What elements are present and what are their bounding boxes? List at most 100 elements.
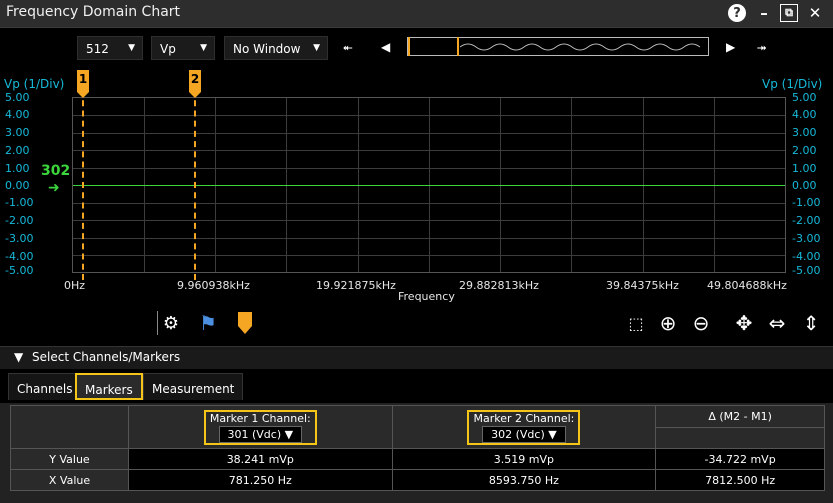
y-tick: -1.00 — [5, 196, 34, 209]
grid-line — [73, 150, 785, 151]
marker-2-x-value: 8593.750 Hz — [391, 469, 657, 491]
grid-line — [73, 168, 785, 169]
units-value: Vp — [160, 42, 176, 56]
y-tick: 5.00 — [792, 91, 817, 104]
grid-line — [73, 133, 785, 134]
delta-y-value: -34.722 mVp — [655, 448, 825, 470]
y-axis-label-right: Vp (1/Div) — [762, 77, 823, 91]
delta-header-spacer — [655, 426, 825, 449]
chevron-down-icon: ▼ — [200, 43, 207, 53]
marker-1-line — [82, 90, 84, 280]
first-page-button[interactable]: ⯬ — [343, 40, 353, 55]
y-tick: -3.00 — [5, 232, 34, 245]
zoom-out-icon[interactable]: ⊖ — [688, 311, 714, 335]
y-tick: 0.00 — [5, 179, 30, 192]
tab-measurement[interactable]: Measurement — [143, 373, 244, 400]
last-page-button[interactable]: ⯮ — [757, 40, 767, 55]
settings-gear-icon[interactable]: ⚙ — [157, 311, 184, 335]
fit-vertical-icon[interactable]: ⇕ — [798, 311, 824, 335]
delta-x-value: 7812.500 Hz — [655, 469, 825, 491]
chevron-down-icon: ▼ — [313, 43, 320, 53]
window-type-value: No Window — [233, 42, 301, 56]
delta-header: Δ (M2 - M1) — [655, 405, 825, 428]
series-302-trace — [73, 185, 785, 186]
ground-reference-icon: ➜ — [48, 180, 60, 196]
x-axis-title: Frequency — [398, 290, 455, 303]
y-tick: -2.00 — [792, 214, 821, 227]
close-button[interactable]: ✕ — [805, 3, 825, 23]
fit-all-icon[interactable]: ✥ — [731, 311, 757, 335]
zoom-in-icon[interactable]: ⊕ — [655, 311, 681, 335]
marker-2-flag[interactable]: 2 — [189, 70, 201, 98]
y-tick: 1.00 — [5, 162, 30, 175]
prev-page-button[interactable]: ◀ — [381, 40, 390, 54]
tab-bar: Channels Markers Measurement — [0, 369, 833, 403]
x-tick: 0Hz — [64, 279, 86, 292]
table-row: Y Value 38.241 mVp 3.519 mVp -34.722 mVp — [10, 448, 825, 470]
overview-scrollbar[interactable] — [407, 37, 709, 56]
marker-2-channel-box: Marker 2 Channel: 302 (Vdc) ▼ — [467, 409, 581, 445]
y-tick: 1.00 — [792, 162, 817, 175]
marker-table: Marker 1 Channel: 301 (Vdc) ▼ Marker 2 C… — [10, 405, 825, 491]
tab-channels[interactable]: Channels — [8, 373, 82, 400]
units-dropdown[interactable]: Vp ▼ — [151, 36, 215, 60]
flag-icon[interactable]: ⚑ — [195, 311, 221, 335]
add-marker-icon[interactable] — [232, 311, 258, 335]
zoom-box-icon[interactable]: ⬚ — [623, 311, 649, 335]
tab-markers[interactable]: Markers — [75, 373, 143, 400]
grid-line — [73, 220, 785, 221]
grid-line — [73, 203, 785, 204]
y-tick: -4.00 — [5, 250, 34, 263]
x-tick: 39.84375kHz — [606, 279, 679, 292]
minimize-button[interactable]: – — [754, 3, 774, 23]
y-tick: -3.00 — [792, 232, 821, 245]
marker-1-channel-label: Marker 1 Channel: — [209, 411, 311, 425]
next-page-button[interactable]: ▶ — [726, 40, 735, 54]
fit-horizontal-icon[interactable]: ⇔ — [764, 311, 790, 335]
marker-1-channel-box: Marker 1 Channel: 301 (Vdc) ▼ — [203, 409, 317, 445]
chevron-down-icon: ▼ — [128, 43, 135, 53]
overview-selection-handle[interactable] — [408, 37, 459, 56]
x-tick: 19.921875kHz — [316, 279, 396, 292]
marker-2-channel-value: 302 (Vdc) — [491, 427, 545, 441]
restore-button[interactable]: ⧉ — [780, 4, 798, 22]
channel-label: 302 — [41, 163, 71, 179]
marker-2-channel-label: Marker 2 Channel: — [473, 411, 575, 425]
y-tick: 3.00 — [792, 126, 817, 139]
marker-1-channel-select[interactable]: 301 (Vdc) ▼ — [218, 425, 303, 443]
y-tick: 0.00 — [792, 179, 817, 192]
x-tick: 49.804688kHz — [707, 279, 787, 292]
y-tick: -2.00 — [5, 214, 34, 227]
marker-2-channel-select[interactable]: 302 (Vdc) ▼ — [482, 425, 566, 443]
marker-1-channel-value: 301 (Vdc) — [227, 427, 282, 441]
help-icon[interactable]: ? — [728, 4, 746, 22]
row-label: X Value — [10, 469, 129, 491]
chart-icon-bar: ⚙ ⚑ ⬚ ⊕ ⊖ ✥ ⇔ ⇕ — [0, 303, 833, 345]
section-title: Select Channels/Markers — [32, 350, 181, 364]
y-tick: 4.00 — [5, 108, 30, 121]
y-tick: 2.00 — [792, 144, 817, 157]
marker-1-x-value: 781.250 Hz — [128, 469, 393, 491]
grid-line — [73, 238, 785, 239]
marker-1-header-cell: Marker 1 Channel: 301 (Vdc) ▼ — [128, 405, 393, 449]
points-dropdown[interactable]: 512 ▼ — [77, 36, 143, 60]
window-type-dropdown[interactable]: No Window ▼ — [224, 36, 328, 60]
y-tick: 4.00 — [792, 108, 817, 121]
plot-area[interactable] — [72, 97, 786, 273]
x-tick: 29.882813kHz — [459, 279, 539, 292]
y-tick: 3.00 — [5, 126, 30, 139]
table-corner — [10, 405, 129, 449]
y-tick: -5.00 — [5, 264, 34, 277]
marker-1-y-value: 38.241 mVp — [128, 448, 393, 470]
y-axis-label-left: Vp (1/Div) — [4, 77, 65, 91]
section-toggle-icon: ▼ — [14, 350, 24, 364]
y-tick: -5.00 — [792, 264, 821, 277]
marker-2-y-value: 3.519 mVp — [391, 448, 657, 470]
row-label: Y Value — [10, 448, 129, 470]
y-tick: -4.00 — [792, 250, 821, 263]
marker-2-header-cell: Marker 2 Channel: 302 (Vdc) ▼ — [391, 405, 657, 449]
grid-line — [73, 255, 785, 256]
points-value: 512 — [86, 42, 109, 56]
select-channels-markers-header[interactable]: ▼ Select Channels/Markers — [0, 346, 833, 370]
marker-1-flag[interactable]: 1 — [77, 70, 89, 98]
